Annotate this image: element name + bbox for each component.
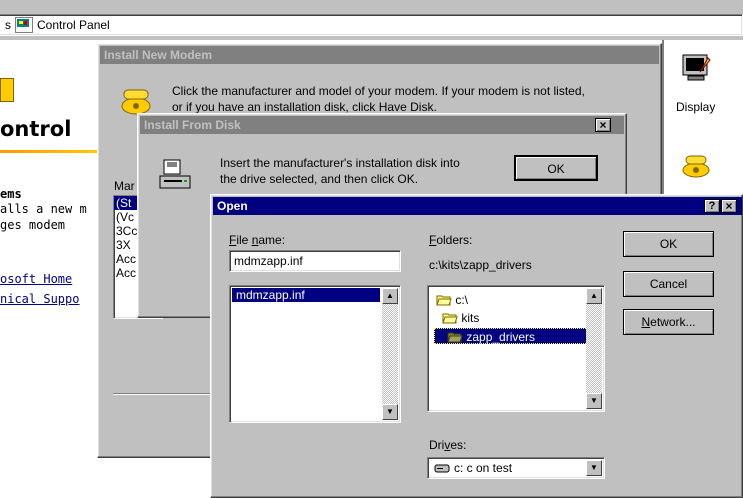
cp-heading: ontrol: [0, 117, 72, 141]
cp-link-support[interactable]: nical Suppo: [0, 292, 79, 306]
folders-label: Folders:: [429, 233, 473, 247]
install-disk-text1: Insert the manufacturer's installation d…: [220, 156, 460, 170]
address-fragment: s: [5, 18, 11, 32]
file-scroll-down-icon[interactable]: ▼: [382, 404, 398, 420]
folder-zapp-label: zapp_drivers: [466, 329, 536, 344]
network-button[interactable]: Network...: [623, 309, 714, 335]
display-icon[interactable]: [680, 52, 712, 84]
open-titlebar[interactable]: Open: [213, 197, 742, 215]
folder-root-label: c:\: [455, 292, 469, 307]
file-name-input[interactable]: mdmzapp.inf: [229, 250, 401, 272]
folder-zapp-drivers[interactable]: zapp_drivers: [434, 328, 588, 344]
cp-banner-icon: [0, 78, 14, 102]
install-modem-text2: or if you have an installation disk, cli…: [172, 100, 437, 114]
cp-section-title: ems: [0, 187, 22, 201]
folder-tree[interactable]: c:\ kits zapp_drivers ▲ ▼: [427, 285, 605, 412]
drive-value: c: c on test: [454, 461, 513, 475]
file-item-selected[interactable]: mdmzapp.inf: [232, 288, 380, 302]
open-cancel-button[interactable]: Cancel: [623, 271, 714, 297]
control-panel-icon: [15, 17, 33, 33]
file-scroll-up-icon[interactable]: ▲: [382, 288, 398, 304]
modems-icon[interactable]: [680, 148, 712, 180]
install-modem-titlebar[interactable]: Install New Modem: [100, 46, 659, 64]
open-folder-icon: [442, 312, 458, 324]
open-folder-icon: [436, 294, 452, 306]
install-disk-titlebar[interactable]: Install From Disk: [140, 116, 624, 134]
file-name-label: File name:: [229, 233, 286, 247]
open-close-button[interactable]: ×: [721, 199, 737, 213]
install-modem-text1: Click the manufacturer and model of your…: [172, 84, 585, 98]
install-modem-separator: [113, 393, 223, 395]
cp-heading-rule: [0, 150, 100, 153]
drives-dropdown-icon[interactable]: ▼: [586, 460, 602, 476]
cp-desc-line2: ges modem: [0, 218, 66, 232]
help-button[interactable]: ?: [704, 199, 720, 213]
install-disk-close-button[interactable]: ×: [595, 118, 611, 132]
drives-label: Drives:: [429, 438, 467, 452]
folder-root[interactable]: c:\: [436, 292, 469, 307]
install-disk-ok-button[interactable]: OK: [514, 155, 598, 181]
install-disk-text2: the drive selected, and then click OK.: [220, 172, 419, 186]
drives-select[interactable]: c: c on test ▼: [427, 457, 605, 479]
manufacturer-label: Mar: [114, 179, 135, 193]
folder-kits-label: kits: [461, 310, 480, 325]
cp-link-home[interactable]: osoft Home: [0, 272, 72, 286]
drive-icon: [434, 462, 450, 474]
file-list-scrollbar[interactable]: [382, 288, 398, 420]
address-field[interactable]: s Control Panel: [0, 14, 743, 36]
file-name-value: mdmzapp.inf: [234, 254, 303, 268]
display-label[interactable]: Display: [676, 100, 715, 114]
folder-kits[interactable]: kits: [442, 310, 480, 325]
folder-scroll-up-icon[interactable]: ▲: [586, 288, 602, 304]
open-ok-button[interactable]: OK: [623, 231, 714, 257]
folder-scrollbar[interactable]: [586, 288, 602, 409]
cp-webview: ontrol ems alls a new m ges modem osoft …: [0, 40, 100, 498]
address-label: Control Panel: [37, 18, 110, 32]
cp-desc-line1: alls a new m: [0, 202, 87, 216]
current-path: c:\kits\zapp_drivers: [429, 258, 532, 272]
file-list[interactable]: mdmzapp.inf ▲ ▼: [229, 285, 401, 423]
open-folder-icon: [447, 331, 463, 343]
disk-drive-icon: [158, 158, 194, 194]
folder-scroll-down-icon[interactable]: ▼: [586, 393, 602, 409]
open-dialog: Open ? × File name: mdmzapp.inf mdmzapp.…: [210, 194, 743, 498]
